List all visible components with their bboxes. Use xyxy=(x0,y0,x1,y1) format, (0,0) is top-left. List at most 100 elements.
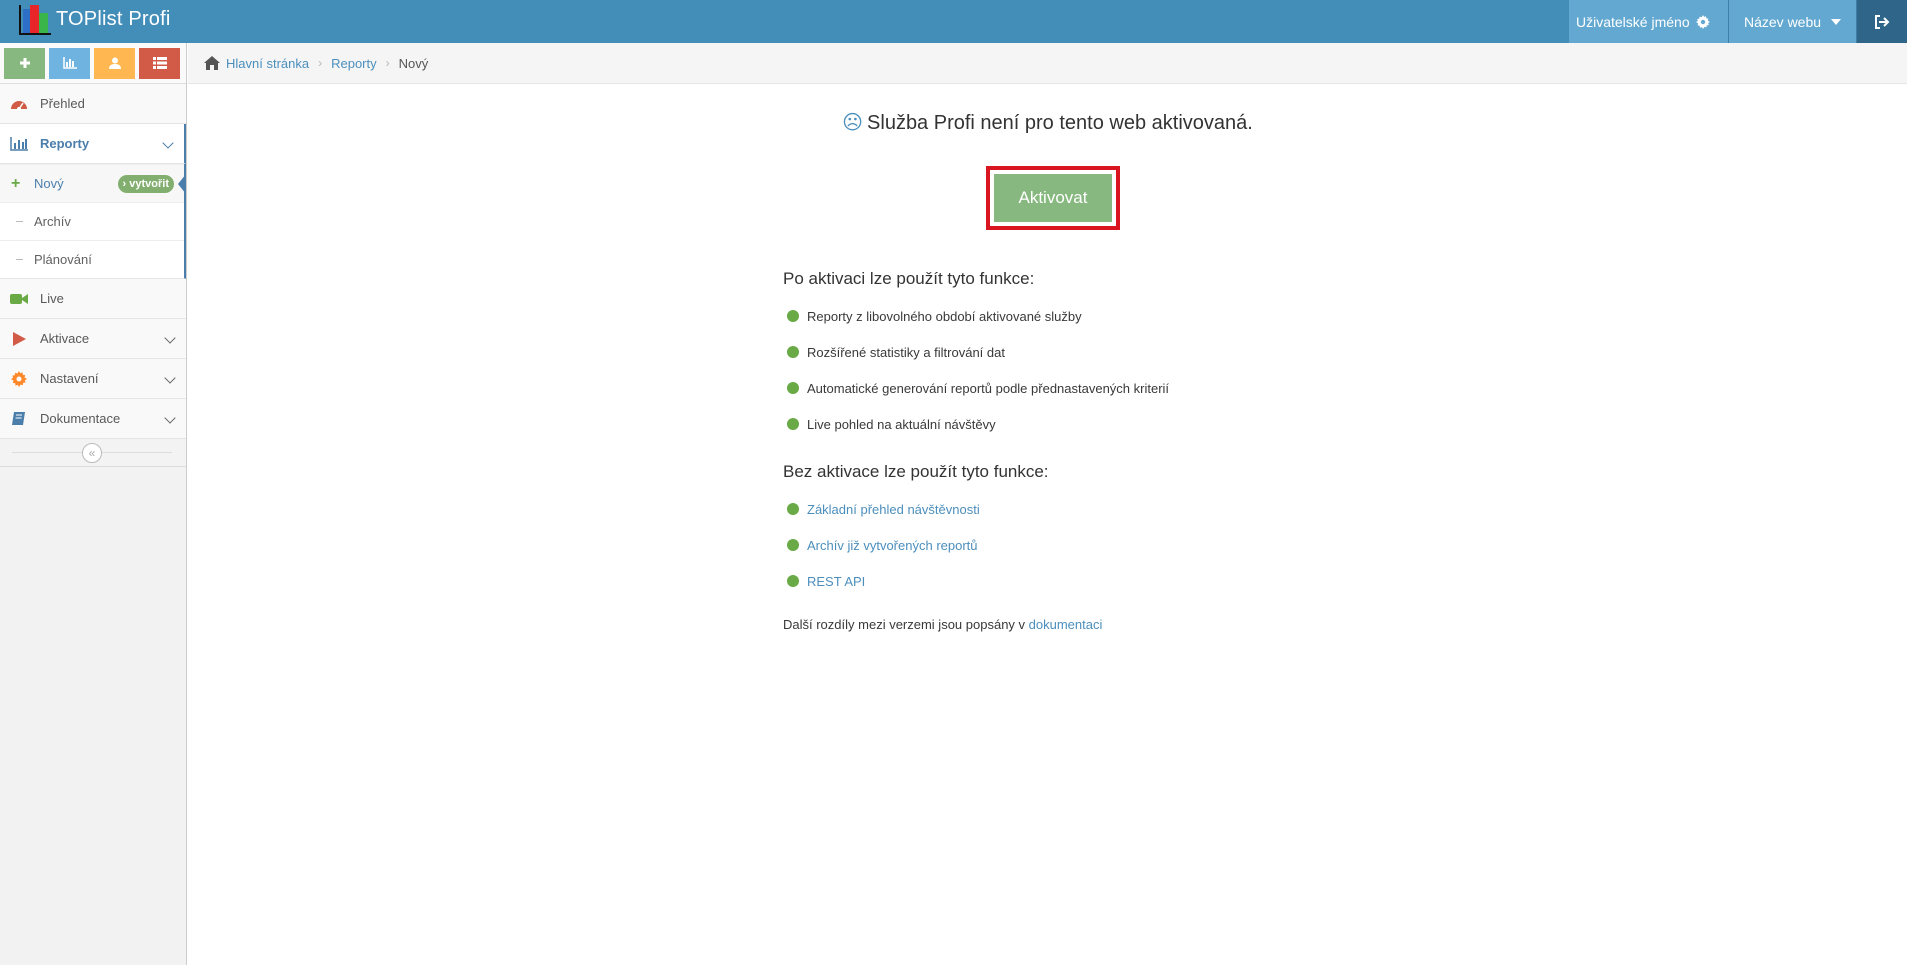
user-icon xyxy=(108,57,121,69)
logout-icon xyxy=(1875,14,1890,29)
bullet-dot-icon xyxy=(787,310,799,322)
breadcrumb-separator-icon: › xyxy=(385,56,390,70)
double-chevron-left-icon: « xyxy=(88,446,96,460)
sidebar-item-prehled[interactable]: Přehled xyxy=(0,84,186,124)
with-activation-list: Reporty z libovolného období aktivované … xyxy=(783,298,1383,442)
sidebar-item-nastaveni[interactable]: Nastavení xyxy=(0,359,186,399)
submenu-item-archiv[interactable]: Archív xyxy=(0,202,184,240)
user-menu-button[interactable]: Uživatelské jméno xyxy=(1569,0,1729,43)
toplist-logo-icon xyxy=(18,3,52,35)
shortcut-list-button[interactable] xyxy=(139,47,180,79)
sidebar-item-label: Reporty xyxy=(40,136,90,151)
plus-icon xyxy=(19,58,30,68)
sidebar-shortcuts xyxy=(0,43,186,84)
submenu-item-planovani[interactable]: Plánování xyxy=(0,240,184,278)
bullet-dot-icon xyxy=(787,418,799,430)
breadcrumb: Hlavní stránka › Reporty › Nový xyxy=(188,43,1907,84)
logout-button[interactable] xyxy=(1857,0,1907,43)
sidebar-item-label: Přehled xyxy=(40,96,85,111)
basic-overview-link[interactable]: Základní přehled návštěvnosti xyxy=(807,502,980,517)
page-title: ☹ Služba Profi není pro tento web aktivov… xyxy=(188,110,1907,135)
tree-line-icon xyxy=(16,259,23,260)
sidebar-item-dokumentace[interactable]: Dokumentace xyxy=(0,399,186,439)
reports-submenu: + Nový › vytvořit Archív Plánování xyxy=(0,164,186,279)
feature-text: Automatické generování reportů podle pře… xyxy=(807,380,1170,396)
activate-button[interactable]: Aktivovat xyxy=(994,174,1112,222)
breadcrumb-home-link[interactable]: Hlavní stránka xyxy=(226,56,309,71)
headline-text: Služba Profi není pro tento web aktivova… xyxy=(867,112,1253,134)
plus-icon: + xyxy=(11,175,21,192)
chevron-down-icon xyxy=(164,332,176,344)
list-item: Live pohled na aktuální návštěvy xyxy=(783,406,1383,442)
note-text: Další rozdíly mezi verzemi jsou popsány … xyxy=(783,617,1029,632)
feature-text: Rozšířené statistiky a filtrování dat xyxy=(807,344,1005,360)
with-activation-heading: Po aktivaci lze použít tyto funkce: xyxy=(783,269,1035,288)
active-pointer-icon xyxy=(178,174,186,194)
dashboard-icon xyxy=(10,95,28,113)
list-item: Archív již vytvořených reportů xyxy=(783,527,1383,563)
user-name-label: Uživatelské jméno xyxy=(1576,13,1690,30)
caret-down-icon xyxy=(1831,18,1842,25)
sidebar-item-label: Aktivace xyxy=(40,331,90,346)
sidebar-item-label: Dokumentace xyxy=(40,411,121,426)
main-content: ☹ Služba Profi není pro tento web aktivov… xyxy=(188,85,1907,965)
list-icon xyxy=(152,57,167,69)
sad-face-icon: ☹ xyxy=(842,112,864,134)
list-item: Automatické generování reportů podle pře… xyxy=(783,370,1383,406)
bullet-dot-icon xyxy=(787,346,799,358)
sidebar-item-reporty[interactable]: Reporty xyxy=(0,124,186,164)
chevron-down-icon xyxy=(164,412,176,424)
chevron-down-icon xyxy=(162,137,174,149)
sidebar-item-aktivace[interactable]: Aktivace xyxy=(0,319,186,359)
activate-highlight-frame: Aktivovat xyxy=(986,166,1120,230)
sidebar-collapse-bar: « xyxy=(0,439,186,467)
bar-chart-icon xyxy=(10,135,28,153)
without-activation-heading: Bez aktivace lze použít tyto funkce: xyxy=(783,462,1049,481)
breadcrumb-current: Nový xyxy=(398,55,429,71)
book-icon xyxy=(10,410,28,428)
bullet-dot-icon xyxy=(787,575,799,587)
sidebar-item-label: Nastavení xyxy=(40,371,99,386)
gear-icon xyxy=(1695,14,1710,29)
sidebar-item-label: Live xyxy=(40,291,64,306)
features-section: Po aktivaci lze použít tyto funkce: Repo… xyxy=(783,269,1383,632)
collapse-sidebar-button[interactable]: « xyxy=(82,443,102,463)
top-navbar: TOPlist Profi Uživatelské jméno Název we… xyxy=(0,0,1907,43)
sidebar: Přehled Reporty + Nový › vytvořit Archív… xyxy=(0,43,187,965)
list-item: Základní přehled návštěvnosti xyxy=(783,491,1383,527)
submenu-item-label: Plánování xyxy=(34,252,92,267)
shortcut-add-button[interactable] xyxy=(4,47,45,79)
bullet-dot-icon xyxy=(787,382,799,394)
brand-link[interactable]: TOPlist Profi xyxy=(18,2,170,36)
list-item: REST API xyxy=(783,563,1383,599)
site-selector-dropdown[interactable]: Název webu xyxy=(1729,0,1857,43)
submenu-item-label: Nový xyxy=(34,176,64,191)
shortcut-reports-button[interactable] xyxy=(49,47,90,79)
tree-line-icon xyxy=(16,221,23,222)
navbar-right: Uživatelské jméno Název webu xyxy=(1569,0,1907,43)
chevron-down-icon xyxy=(164,372,176,384)
list-item: Reporty z libovolného období aktivované … xyxy=(783,298,1383,334)
brand-title: TOPlist Profi xyxy=(56,7,171,30)
without-activation-list: Základní přehled návštěvnosti Archív již… xyxy=(783,491,1383,599)
rest-api-link[interactable]: REST API xyxy=(807,574,865,589)
sidebar-item-live[interactable]: Live xyxy=(0,279,186,319)
submenu-item-label: Archív xyxy=(34,214,71,229)
play-icon xyxy=(10,330,28,348)
feature-text: Reporty z libovolného období aktivované … xyxy=(807,308,1082,324)
create-badge[interactable]: › vytvořit xyxy=(117,175,174,193)
breadcrumb-reports-link[interactable]: Reporty xyxy=(331,56,377,71)
submenu-item-novy[interactable]: + Nový › vytvořit xyxy=(0,164,186,202)
differences-note: Další rozdíly mezi verzemi jsou popsány … xyxy=(783,617,1383,632)
gear-icon xyxy=(10,370,28,388)
list-item: Rozšířené statistiky a filtrování dat xyxy=(783,334,1383,370)
bullet-dot-icon xyxy=(787,503,799,515)
reports-archive-link[interactable]: Archív již vytvořených reportů xyxy=(807,538,978,553)
shortcut-user-button[interactable] xyxy=(94,47,135,79)
site-name-label: Název webu xyxy=(1744,13,1822,30)
feature-text: Live pohled na aktuální návštěvy xyxy=(807,416,996,432)
breadcrumb-separator-icon: › xyxy=(318,56,323,70)
home-icon xyxy=(204,56,220,70)
bullet-dot-icon xyxy=(787,539,799,551)
documentation-link[interactable]: dokumentaci xyxy=(1029,617,1103,632)
